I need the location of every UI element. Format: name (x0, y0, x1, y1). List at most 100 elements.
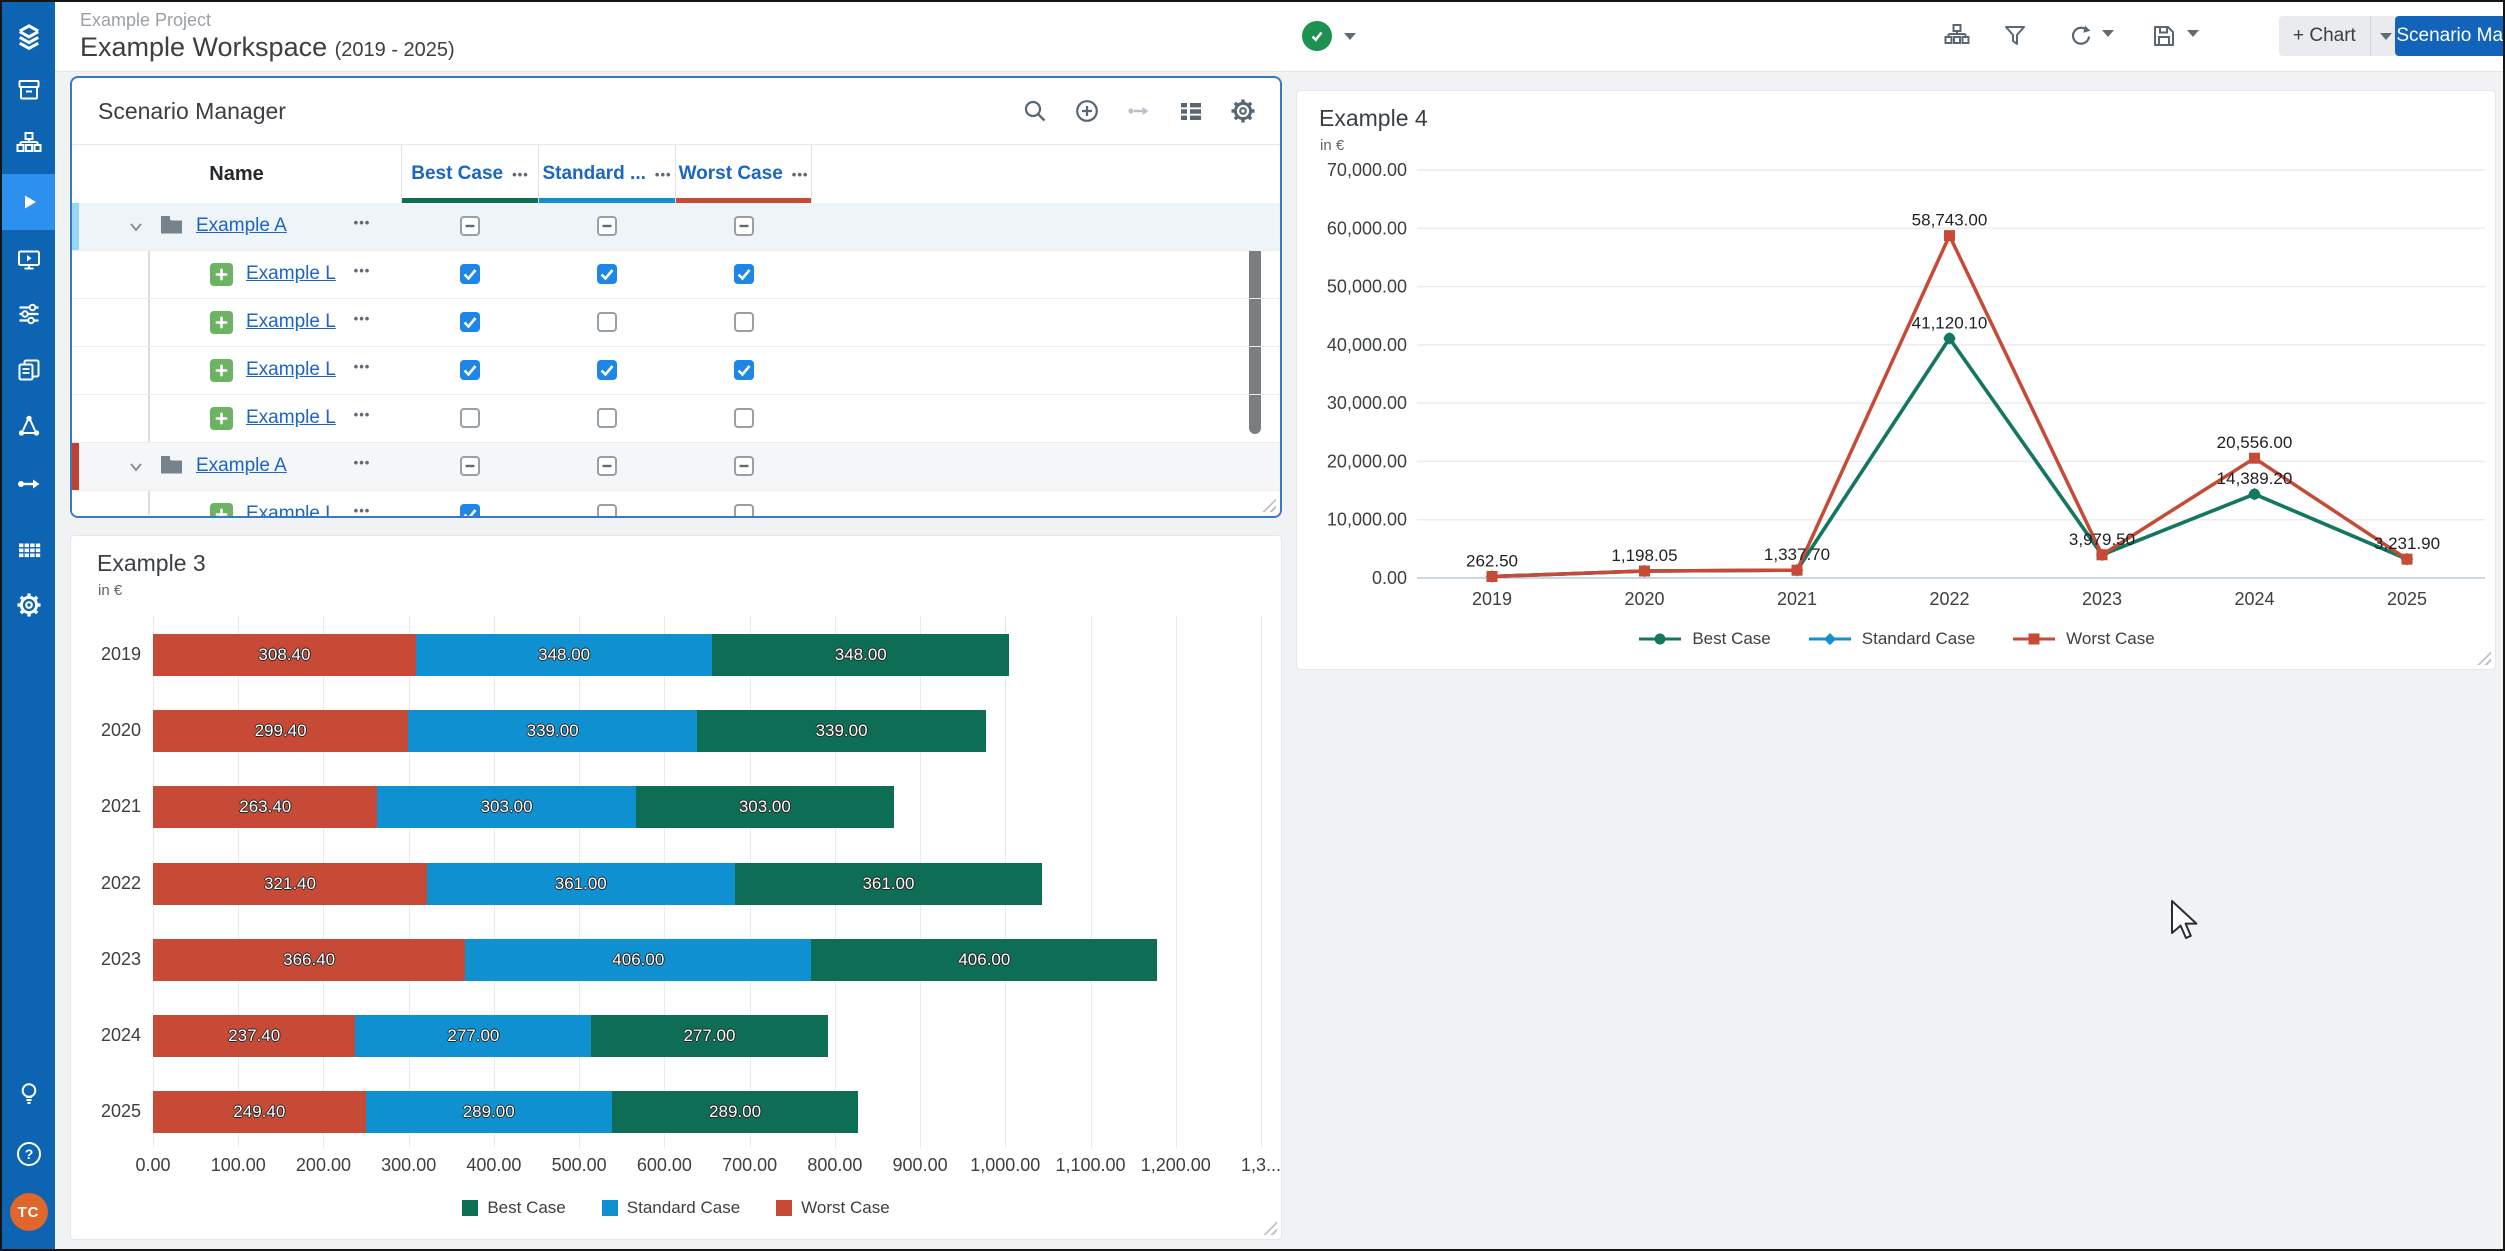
scenario-item-link[interactable]: Example L (246, 359, 336, 381)
column-menu-button[interactable]: ••• (655, 167, 672, 182)
scenario-checkbox-checked[interactable] (597, 264, 617, 284)
scenario-column-header[interactable]: Standard ... ••• (538, 145, 675, 203)
scenario-item-link[interactable]: Example L (246, 407, 336, 429)
sidebar-item-ideas[interactable] (2, 1066, 55, 1122)
scenario-checkbox-unchecked[interactable] (734, 312, 754, 332)
scenario-column-label[interactable]: Worst Case (679, 163, 783, 185)
sidebar-item-account[interactable]: TC (2, 1184, 55, 1240)
sidebar-item-transfer[interactable] (2, 456, 55, 512)
scenario-checkbox-indeterminate[interactable] (597, 216, 617, 236)
name-column-header[interactable]: Name (72, 145, 401, 203)
scenario-column-label[interactable]: Best Case (411, 163, 503, 185)
scenario-checkbox-indeterminate[interactable] (734, 456, 754, 476)
save-dropdown[interactable] (2187, 30, 2201, 40)
chevron-down-icon[interactable] (128, 219, 144, 240)
scenario-manager-button[interactable]: Scenario Manager (2395, 16, 2505, 56)
scenario-checkbox-checked[interactable] (734, 264, 754, 284)
sidebar-item-help[interactable]: ? (2, 1126, 55, 1182)
sidebar-item-assumptions[interactable] (2, 286, 55, 342)
chevron-down-icon[interactable] (128, 459, 144, 480)
scenario-checkbox-indeterminate[interactable] (597, 456, 617, 476)
arrow-right-icon[interactable] (1126, 98, 1152, 124)
scenario-checkbox-unchecked[interactable] (460, 408, 480, 428)
scenario-checkbox-unchecked[interactable] (734, 408, 754, 428)
chevron-down-icon (2380, 33, 2392, 40)
row-menu-button[interactable]: ••• (344, 311, 380, 326)
scenario-item-link[interactable]: Example L (246, 311, 336, 333)
legend-marker (2011, 631, 2057, 647)
x-tick-label: 600.00 (619, 1155, 709, 1176)
scenario-checkbox-checked[interactable] (597, 360, 617, 380)
column-menu-button[interactable]: ••• (792, 167, 809, 182)
row-menu-button[interactable]: ••• (344, 407, 380, 422)
legend-swatch (602, 1200, 618, 1216)
legend-item[interactable]: Worst Case (2011, 629, 2155, 649)
scenario-checkbox-indeterminate[interactable] (734, 216, 754, 236)
column-menu-button[interactable]: ••• (512, 167, 529, 182)
scenario-checkbox-checked[interactable] (734, 360, 754, 380)
scenario-column-header[interactable]: Worst Case ••• (675, 145, 812, 203)
scenario-group-link[interactable]: Example A (196, 455, 287, 477)
scenario-checkbox-checked[interactable] (460, 504, 480, 518)
scenario-checkbox-unchecked[interactable] (597, 504, 617, 518)
add-chart-button[interactable]: + Chart (2279, 16, 2401, 56)
settings-icon[interactable] (1230, 98, 1256, 124)
sidebar-item-workspaces[interactable] (2, 342, 55, 398)
legend-item[interactable]: Standard Case (1807, 629, 1975, 649)
scenario-checkbox-checked[interactable] (460, 360, 480, 380)
check-circle-icon (1302, 21, 1332, 51)
bar-segment: 237.40 (153, 1015, 355, 1057)
list-icon[interactable] (1178, 98, 1204, 124)
legend-item[interactable]: Best Case (1637, 629, 1770, 649)
row-menu-button[interactable]: ••• (344, 455, 380, 470)
model-view-button[interactable] (1944, 23, 1970, 49)
row-menu-button[interactable]: ••• (344, 359, 380, 374)
refresh-button[interactable] (2066, 23, 2092, 49)
row-menu-button[interactable]: ••• (344, 503, 380, 518)
sidebar-item-settings[interactable] (2, 577, 55, 633)
scenario-column-header[interactable]: Best Case ••• (401, 145, 538, 203)
sidebar-item-presentation[interactable] (2, 232, 55, 288)
sidebar-item-simulation[interactable] (2, 174, 55, 230)
scenario-checkbox-indeterminate[interactable] (460, 456, 480, 476)
plus-icon (210, 407, 233, 435)
scenario-checkbox-unchecked[interactable] (597, 408, 617, 428)
line-series (1492, 338, 2407, 576)
scenario-checkbox-indeterminate[interactable] (460, 216, 480, 236)
scenario-item-link[interactable]: Example L (246, 263, 336, 285)
filter-button[interactable] (2002, 23, 2028, 49)
bar-segment: 299.40 (153, 710, 408, 752)
workspace-title: Example Workspace (2019 - 2025) (80, 32, 455, 63)
scenario-checkbox-unchecked[interactable] (734, 504, 754, 518)
row-menu-button[interactable]: ••• (344, 263, 380, 278)
x-tick-label: 800.00 (790, 1155, 880, 1176)
data-point (1487, 571, 1498, 582)
scenario-group-link[interactable]: Example A (196, 215, 287, 237)
scenario-table-header: Name Best Case•••Standard ...•••Worst Ca… (72, 145, 1280, 203)
search-icon[interactable] (1022, 98, 1048, 124)
legend-item[interactable]: Worst Case (776, 1198, 890, 1218)
legend-item[interactable]: Best Case (462, 1198, 565, 1218)
legend-item[interactable]: Standard Case (602, 1198, 740, 1218)
avatar[interactable]: TC (10, 1193, 48, 1231)
scenario-column-label[interactable]: Standard ... (542, 163, 645, 185)
bar-segment: 406.00 (465, 939, 811, 981)
plus-icon (210, 359, 233, 387)
sidebar-item-archive[interactable] (2, 62, 55, 118)
x-tick-label: 2022 (1929, 589, 1969, 609)
scenario-item-link[interactable]: Example L (246, 503, 336, 518)
status-dropdown[interactable] (1302, 21, 1356, 51)
scenario-checkbox-checked[interactable] (460, 264, 480, 284)
add-chart-label: + Chart (2279, 25, 2370, 47)
sidebar-item-tables[interactable] (2, 522, 55, 578)
sidebar-item-models[interactable] (2, 116, 55, 172)
sidebar-item-flows[interactable] (2, 398, 55, 454)
row-menu-button[interactable]: ••• (344, 215, 380, 230)
save-icon (2151, 23, 2177, 49)
scenario-checkbox-checked[interactable] (460, 312, 480, 332)
add-circle-icon[interactable] (1074, 98, 1100, 124)
y-category-label: 2021 (77, 796, 141, 817)
save-button[interactable] (2151, 23, 2177, 49)
scenario-checkbox-unchecked[interactable] (597, 312, 617, 332)
refresh-dropdown[interactable] (2102, 30, 2116, 40)
